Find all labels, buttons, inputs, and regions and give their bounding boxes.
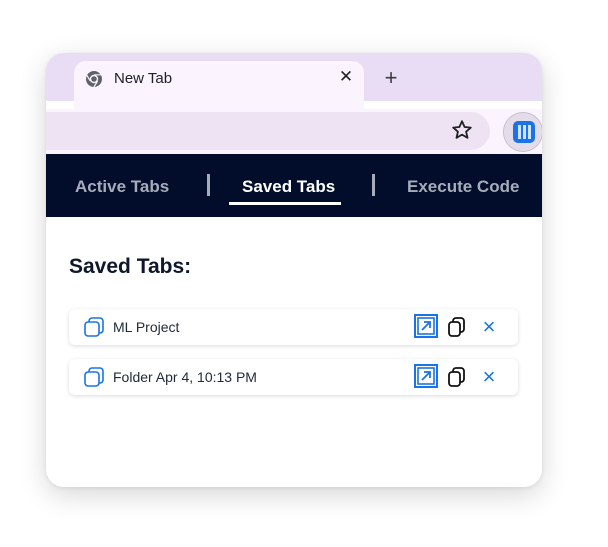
extension-button[interactable] [503, 112, 542, 152]
chrome-icon [86, 71, 102, 88]
saved-tab-item[interactable]: ML Project × [69, 309, 518, 345]
active-tab-indicator [229, 202, 341, 205]
nav-separator [207, 174, 210, 196]
browser-toolbar [46, 109, 542, 154]
tab-strip: New Tab ✕ + [46, 53, 542, 109]
nav-separator [372, 174, 375, 196]
browser-tab[interactable]: New Tab ✕ [74, 61, 364, 109]
delete-icon[interactable]: × [479, 366, 499, 388]
saved-tab-label: ML Project [113, 319, 180, 335]
copy-icon[interactable] [447, 316, 467, 338]
new-tab-button[interactable]: + [380, 67, 402, 89]
open-in-new-icon[interactable] [413, 363, 439, 389]
open-in-new-icon[interactable] [413, 313, 439, 339]
saved-tab-label: Folder Apr 4, 10:13 PM [113, 369, 257, 385]
tab-saved-tabs[interactable]: Saved Tabs [242, 177, 335, 197]
tab-execute-code[interactable]: Execute Code [407, 177, 519, 197]
page-title: Saved Tabs: [69, 255, 192, 278]
folder-tabs-icon [84, 367, 104, 387]
copy-icon[interactable] [447, 366, 467, 388]
saved-tabs-panel: Saved Tabs: ML Project × Folder Apr 4, 1… [46, 217, 542, 487]
close-tab-icon[interactable]: ✕ [336, 67, 356, 87]
address-bar[interactable] [46, 112, 490, 150]
extension-nav: Active Tabs Saved Tabs Execute Code [46, 154, 542, 217]
extension-bars-icon [513, 121, 535, 143]
tab-active-tabs[interactable]: Active Tabs [75, 177, 169, 197]
star-icon[interactable] [450, 118, 474, 142]
delete-icon[interactable]: × [479, 316, 499, 338]
browser-window: New Tab ✕ + Active Tabs Saved Tabs Execu… [46, 53, 542, 487]
tab-title: New Tab [114, 70, 173, 87]
saved-tab-item[interactable]: Folder Apr 4, 10:13 PM × [69, 359, 518, 395]
folder-tabs-icon [84, 317, 104, 337]
